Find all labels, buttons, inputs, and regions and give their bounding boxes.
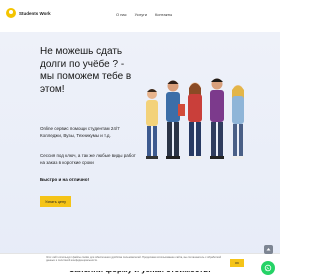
header: Students Work О нас Услуги Контакты xyxy=(0,0,280,32)
students-illustration xyxy=(146,78,244,159)
whatsapp-icon xyxy=(264,264,272,272)
arrow-up-icon xyxy=(266,248,271,251)
student-figure xyxy=(232,85,244,159)
hero-subtitle-session: Сессия под ключ, а так же любые виды раб… xyxy=(40,153,136,165)
cookie-banner: Этот сайт использует файлы cookie для об… xyxy=(0,253,280,271)
main-nav: О нас Услуги Контакты xyxy=(116,12,172,17)
scroll-to-top-button[interactable] xyxy=(264,245,273,254)
hero-subtitle-service: Online сервис помощи студентам 24/7 Колл… xyxy=(40,126,120,138)
nav-link-services[interactable]: Услуги xyxy=(135,12,147,17)
logo-text: Students Work xyxy=(19,10,51,16)
nav-link-about[interactable]: О нас xyxy=(116,12,127,17)
get-price-button[interactable]: Узнать цену xyxy=(40,196,71,207)
student-figure xyxy=(166,80,185,159)
logo[interactable]: Students Work xyxy=(6,8,51,18)
cookie-text: Этот сайт использует файлы cookie для об… xyxy=(46,256,222,263)
student-figure xyxy=(210,78,224,159)
nav-link-contacts[interactable]: Контакты xyxy=(155,12,172,17)
smiley-logo-icon xyxy=(6,8,16,18)
hero-section: Не можешь сдать долги по учёбе ? - мы по… xyxy=(0,32,280,260)
whatsapp-button[interactable] xyxy=(261,261,275,275)
hero-tagline: Быстро и на отлично! xyxy=(40,177,90,182)
cookie-accept-button[interactable]: OK xyxy=(230,259,244,267)
hero-headline: Не можешь сдать долги по учёбе ? - мы по… xyxy=(40,46,132,95)
student-figure xyxy=(188,82,202,159)
student-figure xyxy=(146,89,158,159)
